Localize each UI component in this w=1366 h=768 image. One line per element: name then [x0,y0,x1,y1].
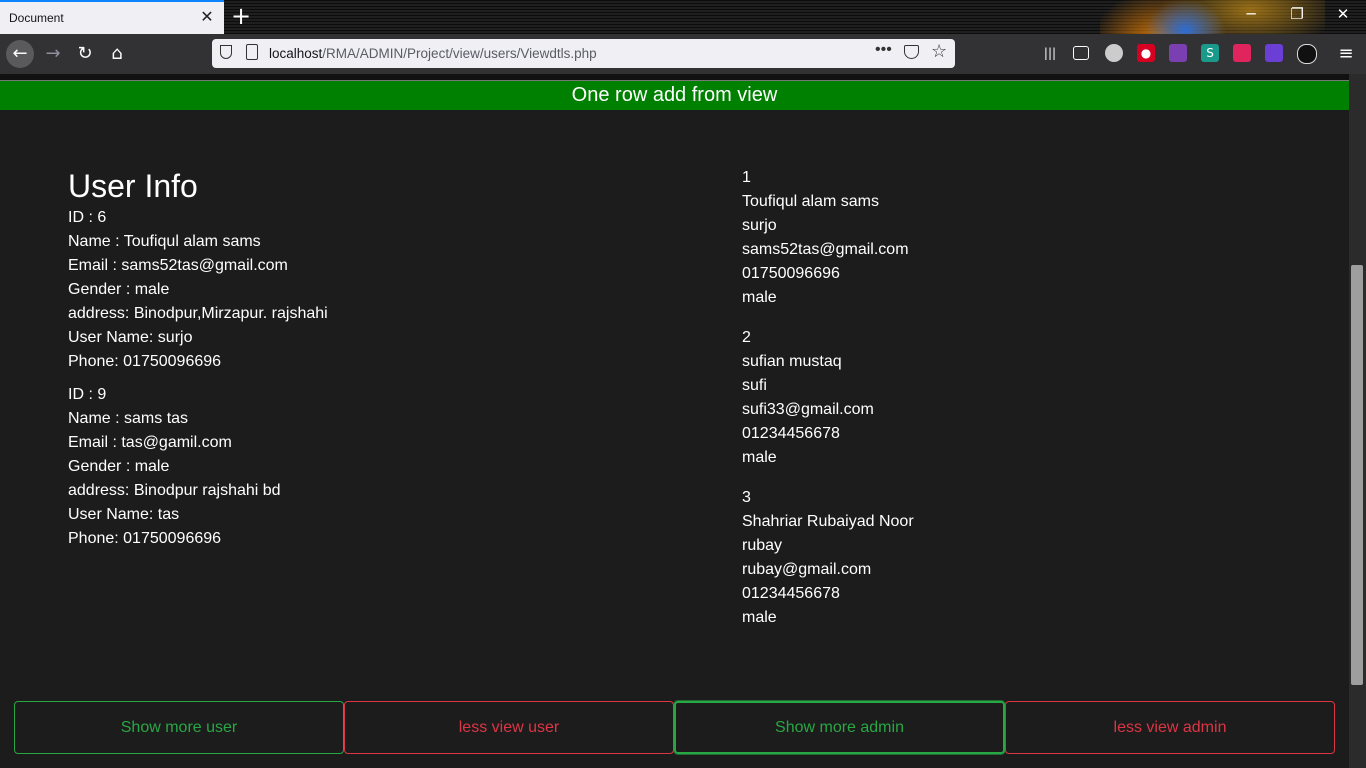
user-phone: Phone: 01750096696 [68,530,222,547]
admin-number: 2 [742,329,751,346]
button-row: Show more user less view user Show more … [14,701,1335,754]
admin-email: sams52tas@gmail.com [742,241,909,258]
admin-phone: 01234456678 [742,585,840,602]
user-username: User Name: surjo [68,329,193,346]
home-icon[interactable]: ⌂ [103,40,131,68]
list-item: 3 Shahriar Rubaiyad Noor rubay rubay@gma… [742,486,1302,630]
library-icon[interactable]: ||| [1041,44,1059,62]
browser-tab[interactable]: Document ✕ [0,0,224,34]
user-name: Name : sams tas [68,410,189,427]
admin-name: Toufiqul alam sams [742,193,879,210]
user-gender: Gender : male [68,281,170,298]
close-window-icon[interactable]: ✕ [1320,5,1366,29]
extension-s-icon[interactable]: S [1201,44,1219,62]
user-username: User Name: tas [68,506,180,523]
url-host: localhost [269,46,323,61]
admin-gender: male [742,609,777,626]
menu-icon[interactable]: ≡ [1332,40,1360,68]
url-text[interactable]: localhost/RMA/ADMIN/Project/view/users/V… [269,46,597,61]
admin-name: sufian mustaq [742,353,842,370]
tab-bar: Document ✕ + ─ ❐ ✕ [0,0,1366,75]
less-view-admin-button[interactable]: less view admin [1005,701,1335,754]
user-record: ID : 6 Name : Toufiqul alam sams Email :… [68,206,668,374]
admin-number: 1 [742,169,751,186]
user-gender: Gender : male [68,458,170,475]
new-tab-icon[interactable]: + [229,2,253,30]
forward-icon[interactable]: → [39,40,67,68]
admin-gender: male [742,449,777,466]
admin-name: Shahriar Rubaiyad Noor [742,513,914,530]
scrollbar-thumb[interactable] [1351,265,1363,685]
user-id: ID : 6 [68,209,107,226]
admin-username: surjo [742,217,777,234]
extension-lock-icon[interactable]: ● [1137,44,1155,62]
admin-username: rubay [742,537,783,554]
admin-username: sufi [742,377,767,394]
user-email: Email : sams52tas@gmail.com [68,257,288,274]
navigation-toolbar: ← → ↻ ⌂ localhost/RMA/ADMIN/Project/view… [0,34,1366,74]
page-actions-icon[interactable]: ••• [875,41,892,59]
extension-color-icon[interactable] [1169,44,1187,62]
page-info-icon[interactable] [246,44,258,60]
admin-gender: male [742,289,777,306]
bookmark-star-icon[interactable]: ☆ [931,41,947,62]
list-item: 1 Toufiqul alam sams surjo sams52tas@gma… [742,166,1302,310]
page-title: User Info [68,168,198,204]
list-item: 2 sufian mustaq sufi sufi33@gmail.com 01… [742,326,1302,470]
user-email: Email : tas@gamil.com [68,434,232,451]
show-more-user-button[interactable]: Show more user [14,701,344,754]
user-id: ID : 9 [68,386,107,403]
account-icon[interactable] [1105,44,1123,62]
extension-purple-icon[interactable] [1265,44,1283,62]
user-phone: Phone: 01750096696 [68,353,222,370]
url-bar[interactable]: localhost/RMA/ADMIN/Project/view/users/V… [212,39,955,68]
user-address: address: Binodpur rajshahi bd [68,482,281,499]
admin-email: rubay@gmail.com [742,561,872,578]
pocket-icon[interactable] [904,45,919,59]
tab-title: Document [9,11,64,25]
reload-icon[interactable]: ↻ [71,40,99,68]
admin-phone: 01750096696 [742,265,840,282]
extension-camera-icon[interactable] [1233,44,1251,62]
url-path: /RMA/ADMIN/Project/view/users/Viewdtls.p… [322,46,597,61]
close-tab-icon[interactable]: ✕ [197,7,217,27]
user-info-panel: User Info ID : 6 Name : Toufiqul alam sa… [68,166,668,551]
admin-list: 1 Toufiqul alam sams surjo sams52tas@gma… [742,166,1302,646]
sidebar-icon[interactable] [1073,46,1089,60]
status-banner: One row add from view [0,81,1349,110]
user-address: address: Binodpur,Mirzapur. rajshahi [68,305,328,322]
less-view-user-button[interactable]: less view user [344,701,674,754]
tracking-shield-icon[interactable] [220,45,232,59]
admin-email: sufi33@gmail.com [742,401,874,418]
admin-phone: 01234456678 [742,425,840,442]
restore-icon[interactable]: ❐ [1274,5,1320,29]
minimize-icon[interactable]: ─ [1228,5,1274,29]
show-more-admin-button[interactable]: Show more admin [674,701,1005,754]
admin-number: 3 [742,489,751,506]
user-name: Name : Toufiqul alam sams [68,233,261,250]
extension-clock-icon[interactable] [1297,44,1317,64]
back-icon[interactable]: ← [6,40,34,68]
user-record: ID : 9 Name : sams tas Email : tas@gamil… [68,383,668,551]
page-top-edge [0,74,1349,81]
